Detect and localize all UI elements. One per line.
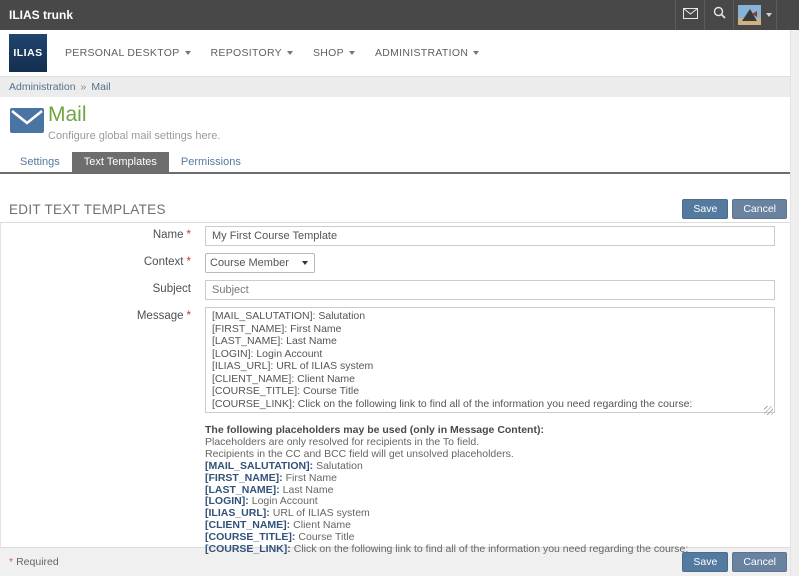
search-icon	[713, 6, 726, 24]
form-row-message: Message* [MAIL_SALUTATION]: Salutation […	[1, 307, 799, 418]
subject-label: Subject	[1, 280, 205, 300]
context-label: Context*	[1, 253, 205, 273]
required-asterisk: *	[9, 556, 13, 568]
form-toolbar: EDIT TEXT TEMPLATES Save Cancel	[0, 196, 799, 222]
resize-handle[interactable]	[764, 406, 773, 415]
name-input[interactable]	[205, 226, 775, 246]
breadcrumb-administration[interactable]: Administration	[9, 81, 76, 93]
top-icon-group	[675, 0, 777, 30]
tab-permissions[interactable]: Permissions	[169, 152, 253, 172]
cancel-button-top[interactable]: Cancel	[732, 199, 787, 219]
form-row-name: Name*	[1, 226, 799, 246]
chevron-down-icon	[185, 51, 191, 55]
nav-item-shop[interactable]: SHOP	[303, 30, 365, 76]
app-title: ILIAS trunk	[0, 0, 675, 30]
tab-bar: Settings Text Templates Permissions	[0, 152, 799, 174]
placeholder-row: [MAIL_SALUTATION]:Salutation	[205, 461, 799, 473]
nav-item-personal-desktop[interactable]: PERSONAL DESKTOP	[55, 30, 201, 76]
main-nav: ILIAS PERSONAL DESKTOP REPOSITORY SHOP A…	[0, 30, 799, 76]
nav-item-administration[interactable]: ADMINISTRATION	[365, 30, 489, 76]
scrollbar[interactable]	[790, 30, 799, 576]
spacer	[0, 174, 799, 196]
required-note: *Required	[9, 556, 678, 568]
search-button[interactable]	[704, 0, 733, 30]
tab-settings[interactable]: Settings	[8, 152, 72, 172]
mail-button[interactable]	[675, 0, 704, 30]
message-label: Message*	[1, 307, 205, 418]
chevron-down-icon	[766, 13, 772, 17]
breadcrumb-separator: »	[81, 81, 87, 93]
nav-item-repository[interactable]: REPOSITORY	[201, 30, 303, 76]
page-header: Mail Configure global mail settings here…	[0, 97, 799, 152]
placeholder-row: [FIRST_NAME]:First Name	[205, 473, 799, 485]
required-asterisk: *	[187, 256, 191, 268]
chevron-down-icon	[287, 51, 293, 55]
save-button-top[interactable]: Save	[682, 199, 728, 219]
form-heading: EDIT TEXT TEMPLATES	[9, 202, 678, 217]
ilias-admin-page: ILIAS trunk ILIAS	[0, 0, 799, 576]
tab-text-templates[interactable]: Text Templates	[72, 152, 169, 172]
nav-menu: PERSONAL DESKTOP REPOSITORY SHOP ADMINIS…	[55, 30, 489, 76]
form-row-subject: Subject	[1, 280, 799, 300]
required-asterisk: *	[187, 310, 191, 322]
message-textarea[interactable]: [MAIL_SALUTATION]: Salutation [FIRST_NAM…	[205, 307, 775, 413]
breadcrumb: Administration » Mail	[0, 76, 799, 97]
mail-icon	[683, 6, 698, 24]
required-asterisk: *	[187, 229, 191, 241]
chevron-down-icon	[473, 51, 479, 55]
form-row-context: Context* Course Member	[1, 253, 799, 273]
top-bar: ILIAS trunk	[0, 0, 799, 30]
cancel-button-bottom[interactable]: Cancel	[732, 552, 787, 572]
avatar	[738, 5, 761, 25]
name-label: Name*	[1, 226, 205, 246]
subject-input[interactable]	[205, 280, 775, 300]
breadcrumb-mail[interactable]: Mail	[91, 81, 110, 93]
ilias-logo[interactable]: ILIAS	[9, 34, 47, 72]
edit-template-form: Name* Context* Course Member Subject Mes…	[0, 222, 799, 547]
save-button-bottom[interactable]: Save	[682, 552, 728, 572]
mail-object-icon	[10, 108, 44, 138]
context-select[interactable]: Course Member	[205, 253, 315, 273]
user-menu[interactable]	[733, 0, 777, 30]
page-subtitle: Configure global mail settings here.	[48, 130, 220, 142]
chevron-down-icon	[349, 51, 355, 55]
page-title: Mail	[48, 103, 87, 127]
placeholder-help: The following placeholders may be used (…	[205, 425, 799, 556]
